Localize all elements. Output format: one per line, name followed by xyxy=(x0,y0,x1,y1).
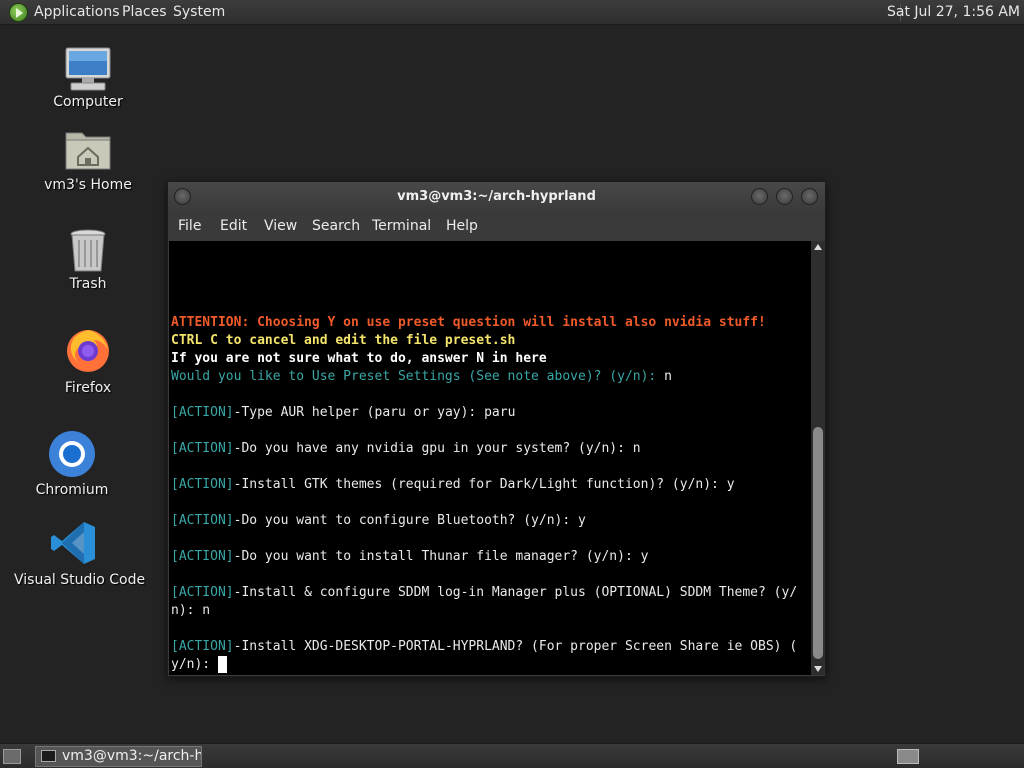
applications-menu[interactable]: Applications xyxy=(34,4,120,20)
menu-search[interactable]: Search xyxy=(312,218,360,234)
thunar-line: [ACTION]-Do you want to install Thunar f… xyxy=(171,548,648,566)
computer-icon xyxy=(65,47,111,91)
answer-text: y xyxy=(718,477,735,492)
places-menu[interactable]: Places xyxy=(122,4,167,20)
scrollbar-thumb[interactable] xyxy=(813,427,823,659)
action-tag: [ACTION] xyxy=(171,549,234,564)
taskbar-item-label: vm3@vm3:~/arch-hyprland xyxy=(62,748,201,764)
action-tag: [ACTION] xyxy=(171,513,234,528)
menu-help[interactable]: Help xyxy=(446,218,478,234)
prompt-text: -Do you have any nvidia gpu in your syst… xyxy=(233,441,625,456)
action-tag: [ACTION] xyxy=(171,585,234,600)
close-button[interactable] xyxy=(801,188,818,205)
menu-edit[interactable]: Edit xyxy=(220,218,247,234)
bottom-panel: vm3@vm3:~/arch-hyprland xyxy=(0,743,1024,768)
prompt-text: y/n): xyxy=(171,657,218,672)
menu-file[interactable]: File xyxy=(178,218,201,234)
workspace-switcher[interactable] xyxy=(897,749,919,764)
desktop-icon-label: vm3's Home xyxy=(44,177,132,193)
window-title: vm3@vm3:~/arch-hyprland xyxy=(397,189,596,204)
xdg-line: [ACTION]-Install XDG-DESKTOP-PORTAL-HYPR… xyxy=(171,638,797,656)
prompt-text: -Install & configure SDDM log-in Manager… xyxy=(233,585,798,600)
menu-view[interactable]: View xyxy=(264,218,297,234)
nvidia-line: [ACTION]-Do you have any nvidia gpu in y… xyxy=(171,440,641,458)
preset-question-line: Would you like to Use Preset Settings (S… xyxy=(171,368,672,386)
system-menu[interactable]: System xyxy=(173,4,225,20)
desktop-icon-label: Trash xyxy=(69,276,107,292)
desktop-icon-trash[interactable]: Trash xyxy=(48,228,128,292)
text-cursor xyxy=(217,656,227,673)
taskbar-item-terminal[interactable]: vm3@vm3:~/arch-hyprland xyxy=(35,746,202,767)
window-menu-icon[interactable] xyxy=(174,188,191,205)
answer-text: n xyxy=(624,441,641,456)
chromium-icon xyxy=(49,431,95,477)
trash-icon xyxy=(70,229,106,272)
applications-menu-icon[interactable] xyxy=(9,3,28,22)
desktop-icon-label: Visual Studio Code xyxy=(14,572,146,588)
desktop-icon-home[interactable]: vm3's Home xyxy=(38,127,138,193)
gtk-line: [ACTION]-Install GTK themes (required fo… xyxy=(171,476,735,494)
maximize-button[interactable] xyxy=(776,188,793,205)
bluetooth-line: [ACTION]-Do you want to configure Blueto… xyxy=(171,512,586,530)
action-tag: [ACTION] xyxy=(171,441,234,456)
prompt-text: -Do you want to configure Bluetooth? (y/… xyxy=(233,513,571,528)
desktop-icon-label: Computer xyxy=(53,94,123,110)
answer-text: n xyxy=(656,369,672,384)
top-panel: Applications Places System Sat Jul 27, 1… xyxy=(0,0,1024,25)
scroll-up-icon[interactable] xyxy=(814,244,822,250)
terminal-icon xyxy=(41,750,56,762)
desktop-icon-label: Firefox xyxy=(64,380,112,396)
prompt-text: -Install XDG-DESKTOP-PORTAL-HYPRLAND? (F… xyxy=(233,639,798,654)
action-tag: [ACTION] xyxy=(171,405,234,420)
desktop-icon-firefox[interactable]: Firefox xyxy=(48,326,128,396)
desktop-icon-vscode[interactable]: Visual Studio Code xyxy=(14,520,146,588)
sddm-line: [ACTION]-Install & configure SDDM log-in… xyxy=(171,584,797,602)
home-folder-icon xyxy=(65,132,111,170)
answer-text: paru xyxy=(476,405,516,420)
ctrl-c-line: CTRL C to cancel and edit the file prese… xyxy=(171,333,516,348)
scrollbar[interactable] xyxy=(811,241,825,675)
action-tag: [ACTION] xyxy=(171,639,234,654)
vscode-icon xyxy=(51,522,95,564)
scroll-down-icon[interactable] xyxy=(814,666,822,672)
clock[interactable]: Sat Jul 27, 1:56 AM xyxy=(887,4,1020,20)
terminal-window[interactable]: vm3@vm3:~/arch-hyprland File Edit View S… xyxy=(167,181,826,677)
minimize-button[interactable] xyxy=(751,188,768,205)
action-tag: [ACTION] xyxy=(171,477,234,492)
terminal-output[interactable]: ATTENTION: Choosing Y on use preset ques… xyxy=(169,241,811,675)
xdg-line-wrap: y/n): xyxy=(171,656,227,674)
answer-text: y xyxy=(570,513,586,528)
sddm-line-wrap: n): n xyxy=(171,603,211,618)
attention-line: ATTENTION: Choosing Y on use preset ques… xyxy=(171,315,766,330)
desktop-icon-label: Chromium xyxy=(35,482,109,498)
desktop-icon-computer[interactable]: Computer xyxy=(48,44,128,110)
prompt-text: -Install GTK themes (required for Dark/L… xyxy=(233,477,719,492)
menu-terminal[interactable]: Terminal xyxy=(372,218,431,234)
menu-bar: File Edit View Search Terminal Help xyxy=(168,212,825,241)
desktop-icon-chromium[interactable]: Chromium xyxy=(32,430,112,498)
prompt-text: -Type AUR helper (paru or yay): xyxy=(233,405,477,420)
aur-line: [ACTION]-Type AUR helper (paru or yay): … xyxy=(171,404,515,422)
show-desktop-button[interactable] xyxy=(3,749,21,764)
not-sure-line: If you are not sure what to do, answer N… xyxy=(171,351,547,366)
firefox-icon xyxy=(67,330,109,372)
prompt-text: Would you like to Use Preset Settings (S… xyxy=(171,369,657,384)
title-bar[interactable]: vm3@vm3:~/arch-hyprland xyxy=(168,182,825,212)
answer-text: y xyxy=(632,549,649,564)
prompt-text: -Do you want to install Thunar file mana… xyxy=(233,549,633,564)
